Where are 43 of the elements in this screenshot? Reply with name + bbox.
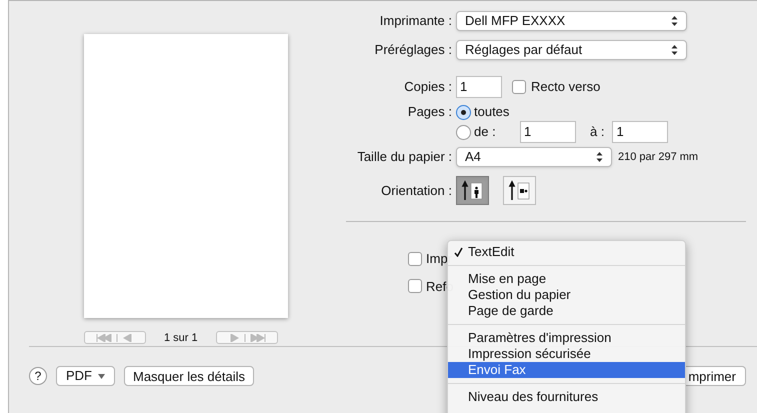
- checkbox[interactable]: [408, 252, 422, 266]
- menu-item[interactable]: Envoi Fax: [448, 362, 685, 378]
- stepper-arrows-icon: [596, 152, 603, 162]
- field-label: à :: [590, 123, 604, 142]
- portrait-orientation-button[interactable]: [456, 176, 489, 205]
- field-label: Orientation :: [380, 182, 452, 200]
- menu-item[interactable]: Niveau des fournitures: [448, 389, 685, 405]
- field-label: Copies :: [403, 78, 452, 96]
- help-button[interactable]: ?: [29, 367, 47, 385]
- stepper-arrows-icon: [671, 16, 678, 26]
- menu-item[interactable]: Page de garde: [448, 303, 685, 319]
- radio-label: de :: [474, 123, 496, 142]
- paper-dimensions: 210 par 297 mm: [618, 150, 698, 165]
- checkbox[interactable]: [512, 80, 526, 94]
- radio-label: toutes: [474, 103, 510, 122]
- paper-size-popup[interactable]: A4: [456, 147, 612, 167]
- field-label: Imprimante :: [378, 12, 452, 30]
- checkmark-icon: [454, 247, 463, 257]
- menu-item[interactable]: Paramètres d'impression: [448, 330, 685, 346]
- field-label: Taille du papier :: [356, 148, 452, 166]
- field-label: Pages :: [406, 103, 452, 122]
- hide-details-button[interactable]: Masquer les détails: [124, 366, 254, 386]
- menu-item[interactable]: Mise en page: [448, 271, 685, 287]
- text-input[interactable]: 1: [520, 121, 576, 143]
- radio-button[interactable]: [456, 124, 471, 140]
- page-count: 1 sur 1: [164, 330, 198, 346]
- pdf-button[interactable]: PDF: [56, 366, 115, 386]
- caret-icon: [98, 374, 105, 378]
- checkbox-label: Recto verso: [531, 78, 600, 96]
- text-input[interactable]: 1: [456, 76, 502, 98]
- printer-popup[interactable]: Dell MFP EXXXX: [456, 11, 687, 31]
- menu-item[interactable]: Gestion du papier: [448, 287, 685, 303]
- menu-item[interactable]: Impression sécurisée: [448, 346, 685, 362]
- next-page-buttons[interactable]: [216, 331, 278, 344]
- stepper-arrows-icon: [671, 45, 678, 55]
- text-input[interactable]: 1: [612, 121, 668, 143]
- presets-popup[interactable]: Réglages par défaut: [456, 40, 687, 60]
- field-label: Préréglages :: [374, 41, 452, 60]
- radio-button[interactable]: [456, 104, 471, 120]
- print-button[interactable]: mprimer: [686, 366, 746, 386]
- landscape-orientation-button[interactable]: [503, 176, 536, 205]
- previous-page-buttons[interactable]: [84, 331, 146, 344]
- checkbox[interactable]: [408, 279, 422, 294]
